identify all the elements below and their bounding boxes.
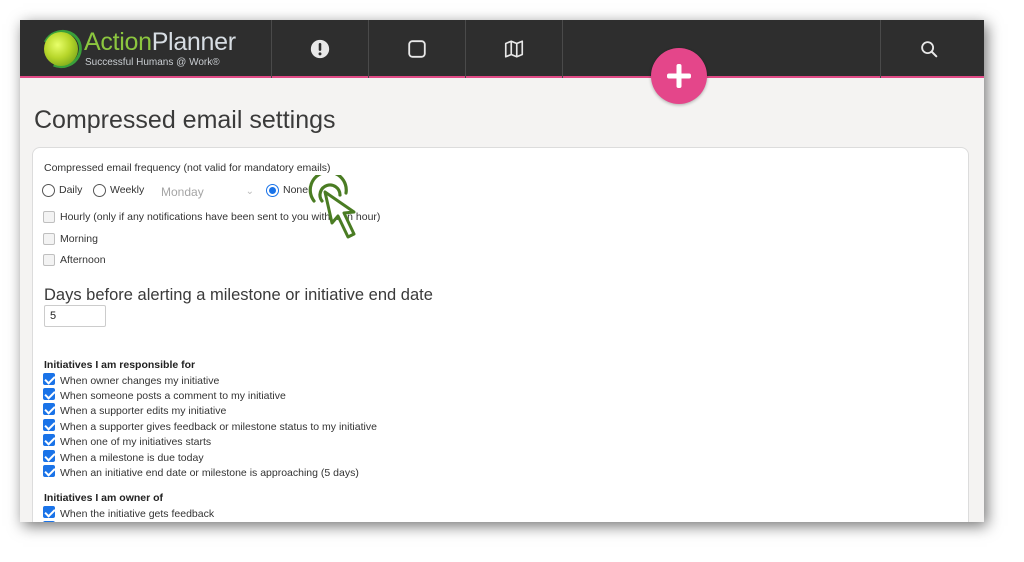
checkbox-end-date-approaching[interactable] [43,465,55,477]
list-item: When a supporter gives feedback or miles… [60,421,377,433]
radio-weekly-label: Weekly [110,184,145,196]
list-item: When one of my initiatives starts [60,436,212,448]
list-item: When someone posts a comment to my initi… [60,390,286,402]
logo-title: ActionPlanner [84,28,236,56]
logo-ball-icon [44,32,78,66]
plus-icon [667,64,691,88]
alert-icon [310,39,330,59]
checkbox-morning[interactable] [43,233,55,245]
list-item: When the initiative gets feedback [60,508,215,520]
search-icon [921,41,938,58]
logo-tagline: Successful Humans @ Work® [85,57,220,68]
list-item: When owner changes my initiative [60,375,220,387]
checkbox-milestone-due[interactable] [43,450,55,462]
radio-daily-label: Daily [59,184,83,196]
nav-spacer [562,20,880,78]
search-button[interactable] [880,20,977,78]
map-icon [504,40,524,58]
radio-weekly[interactable] [93,184,106,197]
checkbox-afternoon[interactable] [43,254,55,266]
radio-daily[interactable] [42,184,55,197]
page-title: Compressed email settings [34,106,336,134]
radio-none[interactable] [266,184,279,197]
square-icon [408,40,426,58]
checkbox-comment-posted[interactable] [43,388,55,400]
add-button[interactable] [651,48,707,104]
alert-days-heading: Days before alerting a milestone or init… [44,286,433,304]
checkbox-hourly[interactable] [43,211,55,223]
chevron-down-icon: ⌄ [245,186,254,197]
alert-days-input[interactable] [44,305,106,327]
checkbox-supporter-feedback[interactable] [43,419,55,431]
top-navigation-bar: ActionPlanner Successful Humans @ Work® [20,20,984,78]
frequency-label: Compressed email frequency (not valid fo… [44,162,331,174]
app-window: ActionPlanner Successful Humans @ Work® … [20,20,984,522]
list-item: When a supporter edits my initiative [60,405,227,417]
checkbox-supporter-edits[interactable] [43,403,55,415]
actionplanner-logo[interactable]: ActionPlanner Successful Humans @ Work® [36,24,274,74]
checkbox-morning-label: Morning [60,233,98,245]
list-item: When an initiative end date or milestone… [60,467,359,479]
hand-pointer-icon [308,175,356,239]
checkbox-initiative-feedback[interactable] [43,506,55,518]
checkbox-afternoon-label: Afternoon [60,254,106,266]
weekday-select-value: Monday [161,185,204,199]
responsible-heading: Initiatives I am responsible for [44,359,196,371]
nav-map-button[interactable] [465,20,562,78]
owner-heading: Initiatives I am owner of [44,492,164,504]
nav-initiatives-button[interactable] [368,20,465,78]
nav-alerts-button[interactable] [271,20,368,78]
checkbox-initiative-starts[interactable] [43,434,55,446]
checkbox-owner-next[interactable] [43,521,55,522]
list-item: When a milestone is due today [60,452,204,464]
weekday-select[interactable]: Monday ⌄ [156,182,260,204]
checkbox-owner-changes[interactable] [43,373,55,385]
